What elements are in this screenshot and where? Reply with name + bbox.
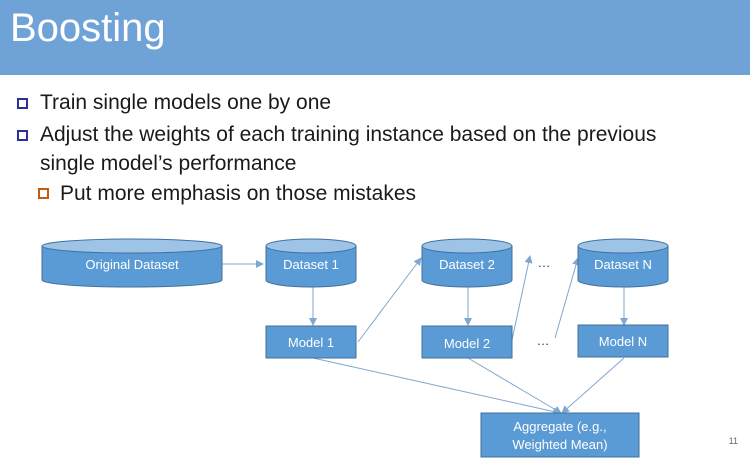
boosting-diagram: Original Dataset Dataset 1 Dataset 2 Dat… — [41, 238, 669, 458]
model-2-box: Model 2 — [421, 325, 513, 359]
aggregate-label-line-1: Aggregate (e.g., — [513, 419, 606, 434]
dataset-2-label: Dataset 2 — [439, 257, 495, 272]
original-dataset-cylinder: Original Dataset — [41, 238, 223, 288]
dataset-1-cylinder: Dataset 1 — [265, 238, 357, 288]
dataset-1-label: Dataset 1 — [283, 257, 339, 272]
slide-number: 11 — [728, 436, 738, 446]
dataset-2-cylinder: Dataset 2 — [421, 238, 513, 288]
arrow-model-1-to-dataset-2 — [357, 257, 422, 343]
arrow-model-1-to-aggregate — [312, 357, 561, 416]
model-1-label: Model 1 — [288, 335, 334, 350]
model-n-label: Model N — [599, 334, 647, 349]
model-n-box: Model N — [577, 324, 669, 358]
model-1-box: Model 1 — [265, 325, 357, 359]
arrow-model-2-to-next — [511, 255, 533, 341]
arrow-model-n-to-aggregate — [561, 357, 625, 414]
ellipsis-datasets: … — [538, 255, 551, 270]
dataset-n-label: Dataset N — [594, 257, 652, 272]
arrow-model-2-to-aggregate — [467, 357, 562, 414]
arrow-to-dataset-n — [554, 257, 580, 339]
aggregate-box: Aggregate (e.g., Weighted Mean) — [480, 412, 640, 458]
original-dataset-label: Original Dataset — [85, 257, 179, 272]
ellipsis-models: … — [537, 333, 550, 348]
aggregate-label-line-2: Weighted Mean) — [512, 437, 607, 452]
dataset-n-cylinder: Dataset N — [577, 238, 669, 288]
model-2-label: Model 2 — [444, 336, 490, 351]
